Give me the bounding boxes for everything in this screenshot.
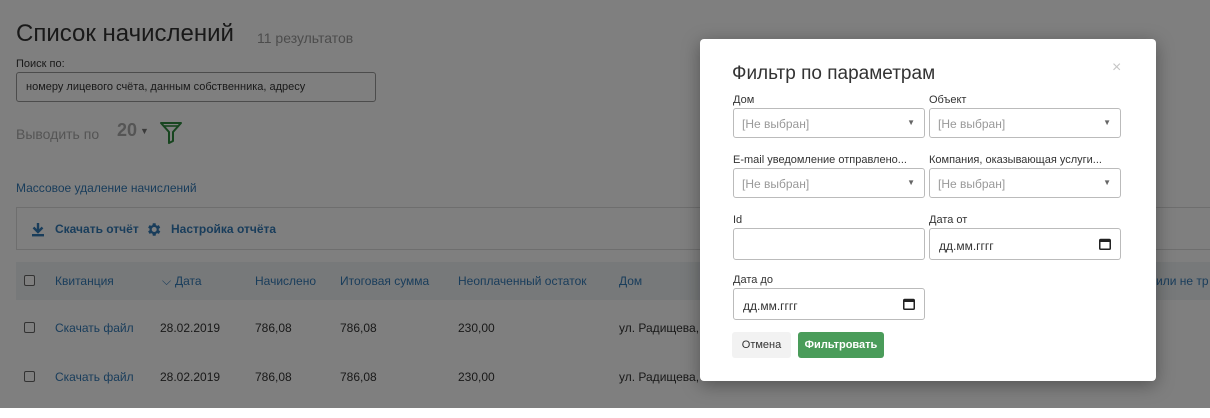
apply-filter-button[interactable]: Фильтровать [798, 332, 884, 358]
date-from-value: дд.мм.гггг [939, 239, 994, 253]
calendar-icon[interactable] [1099, 238, 1111, 250]
object-label: Объект [929, 94, 967, 106]
house-select[interactable]: [Не выбран] ▼ [733, 108, 925, 138]
company-label: Компания, оказывающая услуги... [929, 154, 1102, 166]
id-input[interactable] [733, 228, 925, 260]
caret-down-icon: ▼ [907, 118, 915, 127]
house-select-value: [Не выбран] [742, 117, 810, 131]
date-to-label: Дата до [733, 274, 773, 286]
email-select-value: [Не выбран] [742, 177, 810, 191]
caret-down-icon: ▼ [907, 178, 915, 187]
calendar-icon[interactable] [903, 298, 915, 310]
company-select[interactable]: [Не выбран] ▼ [929, 168, 1121, 198]
email-notification-label: E-mail уведомление отправлено... [733, 154, 907, 166]
company-select-value: [Не выбран] [938, 177, 1006, 191]
filter-modal: Фильтр по параметрам × Дом [Не выбран] ▼… [700, 39, 1156, 381]
id-label: Id [733, 214, 743, 226]
date-from-label: Дата от [929, 214, 968, 226]
cancel-button[interactable]: Отмена [732, 332, 791, 358]
object-select[interactable]: [Не выбран] ▼ [929, 108, 1121, 138]
date-to-value: дд.мм.гггг [743, 299, 798, 313]
house-label: Дом [733, 94, 755, 106]
close-icon[interactable]: × [1112, 59, 1121, 77]
caret-down-icon: ▼ [1103, 178, 1111, 187]
date-from-input[interactable]: дд.мм.гггг [929, 228, 1121, 260]
caret-down-icon: ▼ [1103, 118, 1111, 127]
modal-title: Фильтр по параметрам [732, 63, 936, 84]
email-notification-select[interactable]: [Не выбран] ▼ [733, 168, 925, 198]
date-to-input[interactable]: дд.мм.гггг [733, 288, 925, 320]
object-select-value: [Не выбран] [938, 117, 1006, 131]
